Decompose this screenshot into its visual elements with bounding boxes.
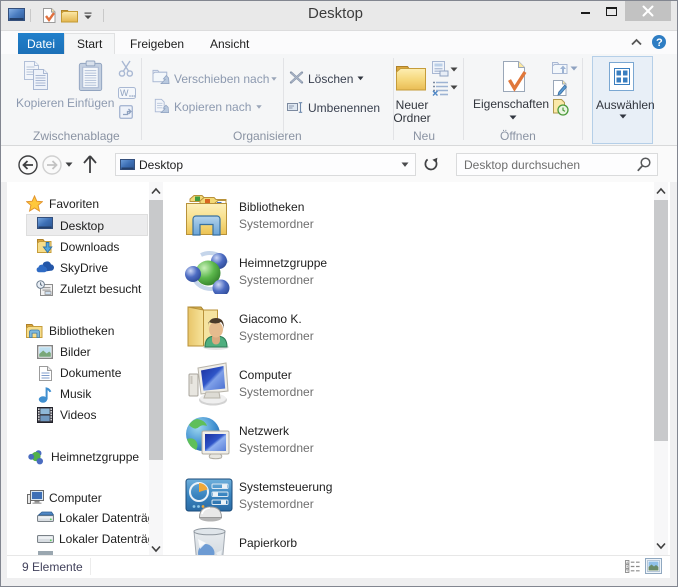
svg-text:W: W (120, 88, 129, 98)
